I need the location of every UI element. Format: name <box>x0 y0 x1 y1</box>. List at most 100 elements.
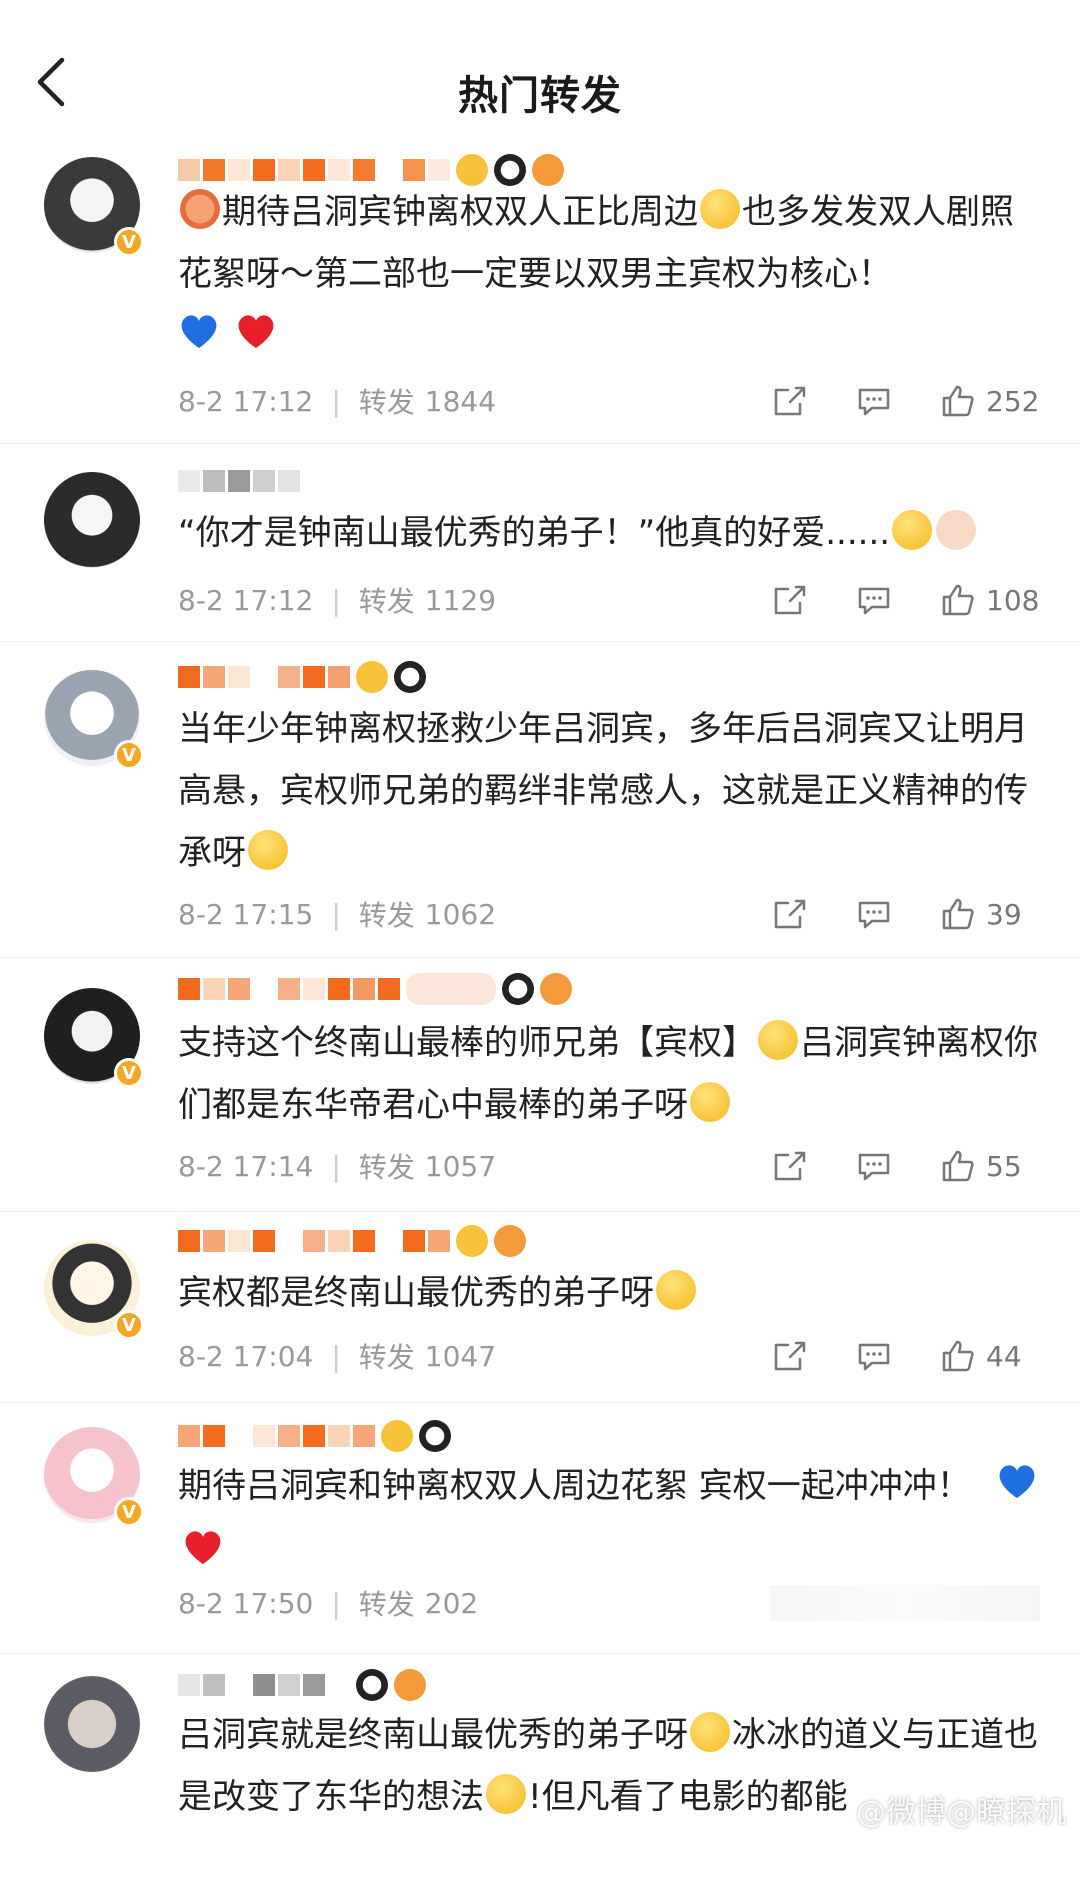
fish-emoji-icon <box>180 189 220 229</box>
like-count: 252 <box>986 384 1040 418</box>
share-icon <box>774 386 806 416</box>
page-title: 热门转发 <box>458 73 622 119</box>
comment-text: 期待吕洞宾钟离权双人正比周边 也多发发双人剧照花絮呀～第二部也一定要以双男主宾权为… <box>178 181 1038 371</box>
divider: | <box>331 583 341 617</box>
comment-icon <box>858 1343 890 1371</box>
avatar[interactable]: V <box>44 157 144 257</box>
comment-meta: 8-2 17:12 | 转发 1844 252 <box>178 381 1040 421</box>
text-segment: 宾权都是终南山最优秀的弟子呀 <box>178 1273 654 1313</box>
crying-emoji-icon <box>248 830 288 870</box>
text-segment: 期待吕洞宾和钟离权双人周边花絮 宾权一起冲冲冲！ <box>178 1466 971 1506</box>
like-button[interactable]: 39 <box>940 897 1040 931</box>
cat-badge-icon <box>406 973 496 1005</box>
action-bar: 108 <box>772 583 1040 617</box>
verified-badge-icon: V <box>114 1497 144 1527</box>
repost-label: 转发 <box>358 1151 415 1184</box>
repost-list: V 期待吕洞宾钟离权双人正比周边 也多发发双人剧照花絮呀～第二部也一定要以双男主宾… <box>0 145 1080 1894</box>
like-count: 55 <box>986 1149 1022 1183</box>
comment-text: 支持这个终南山最棒的师兄弟【宾权】 吕洞宾钟离权你们都是东华帝君心中最棒的弟子呀 <box>178 1012 1038 1136</box>
avatar[interactable]: V <box>44 1240 144 1340</box>
avatar[interactable] <box>44 1676 140 1772</box>
halo-emoji-icon <box>758 1020 798 1060</box>
repost-label: 转发 <box>358 585 415 618</box>
fish-icon <box>540 973 572 1005</box>
repost-label: 转发 <box>358 386 415 419</box>
comment-button[interactable] <box>856 1149 892 1183</box>
text-segment: !但凡看了电影的都能 <box>528 1777 848 1817</box>
username-blurred[interactable] <box>178 1668 426 1702</box>
thumbs-up-icon <box>942 1340 974 1372</box>
action-bar: 39 <box>772 897 1040 931</box>
panda-icon <box>502 973 534 1005</box>
repost-count: 1129 <box>424 583 497 617</box>
thumbs-up-icon <box>942 385 974 417</box>
sob-emoji-icon <box>656 1270 696 1310</box>
panda-icon <box>356 1669 388 1701</box>
share-button[interactable] <box>772 384 808 418</box>
thumbs-up-icon <box>942 898 974 930</box>
comment-icon <box>858 587 890 615</box>
comment-button[interactable] <box>856 583 892 617</box>
share-button[interactable] <box>772 1149 808 1183</box>
fish-icon <box>494 1225 526 1257</box>
comment-meta: 8-2 17:15 | 转发 1062 39 <box>178 894 1040 934</box>
like-button[interactable]: 252 <box>940 384 1040 418</box>
thumbs-up-icon <box>942 1150 974 1182</box>
divider: | <box>331 1339 341 1373</box>
panda-icon <box>419 1420 451 1452</box>
thumbs-up-icon <box>942 584 974 616</box>
comment-button[interactable] <box>856 1339 892 1373</box>
avatar[interactable] <box>44 472 140 568</box>
repost-label: 转发 <box>358 1588 415 1621</box>
share-icon <box>774 585 806 615</box>
comment-icon <box>858 901 890 929</box>
list-item: V 期待吕洞宾钟离权双人正比周边 也多发发双人剧照花絮呀～第二部也一定要以双男主宾… <box>0 145 1080 443</box>
smile-emoji-icon <box>690 1712 730 1752</box>
top-bar: 热门转发 <box>0 0 1080 145</box>
comment-icon <box>858 388 890 416</box>
fish-icon <box>394 1669 426 1701</box>
share-button[interactable] <box>772 897 808 931</box>
text-segment: 期待吕洞宾钟离权双人正比周边 <box>222 192 698 232</box>
comment-meta: 8-2 17:14 | 转发 1057 55 <box>178 1146 1040 1186</box>
comment-icon <box>858 1153 890 1181</box>
avatar[interactable]: V <box>44 670 144 770</box>
avatar[interactable]: V <box>44 988 144 1088</box>
repost-label: 转发 <box>358 1341 415 1374</box>
repost-label: 转发 <box>358 899 415 932</box>
divider: | <box>331 1149 341 1183</box>
list-item: 吕洞宾就是终南山最优秀的弟子呀 冰冰的道义与正道也是改变了东华的想法 !但凡看了电影… <box>0 1653 1080 1894</box>
comment-text: 宾权都是终南山最优秀的弟子呀 <box>178 1262 1038 1324</box>
comment-button[interactable] <box>856 897 892 931</box>
blue-heart-icon <box>996 1459 1038 1521</box>
username-blurred[interactable] <box>178 660 426 694</box>
list-item: V 宾权都是终南山最优秀的弟子呀 8-2 17:04 | 转发 1047 44 <box>0 1211 1080 1402</box>
repost-count: 1062 <box>424 897 497 931</box>
like-button[interactable]: 108 <box>940 583 1040 617</box>
repost-count: 1047 <box>424 1339 497 1373</box>
text-segment: 吕洞宾就是终南山最优秀的弟子呀 <box>178 1715 688 1755</box>
avatar[interactable]: V <box>44 1427 144 1527</box>
red-heart-icon <box>235 309 277 371</box>
repost-count: 1057 <box>424 1149 497 1183</box>
share-icon <box>774 1151 806 1181</box>
timestamp: 8-2 17:50 <box>178 1586 314 1620</box>
like-button[interactable]: 44 <box>940 1339 1040 1373</box>
username-blurred[interactable] <box>178 972 572 1006</box>
name-mosaic <box>178 159 450 181</box>
hand-emoji-icon <box>936 510 977 550</box>
divider: | <box>331 1586 341 1620</box>
share-button[interactable] <box>772 583 808 617</box>
username-blurred[interactable] <box>178 1224 526 1258</box>
verified-badge-icon: V <box>114 740 144 770</box>
watermark: @微博@瞭探机 <box>856 1795 1066 1830</box>
share-button[interactable] <box>772 1339 808 1373</box>
like-count: 108 <box>986 583 1040 617</box>
username-blurred[interactable] <box>178 464 300 498</box>
username-blurred[interactable] <box>178 1419 451 1453</box>
text-segment: 当年少年钟离权拯救少年吕洞宾，多年后吕洞宾又让明月高悬，宾权师兄弟的羁绊非常感人… <box>178 709 1028 873</box>
comment-button[interactable] <box>856 384 892 418</box>
comment-meta: 8-2 17:12 | 转发 1129 108 <box>178 580 1040 620</box>
like-button[interactable]: 55 <box>940 1149 1040 1183</box>
name-mosaic <box>178 1230 450 1252</box>
